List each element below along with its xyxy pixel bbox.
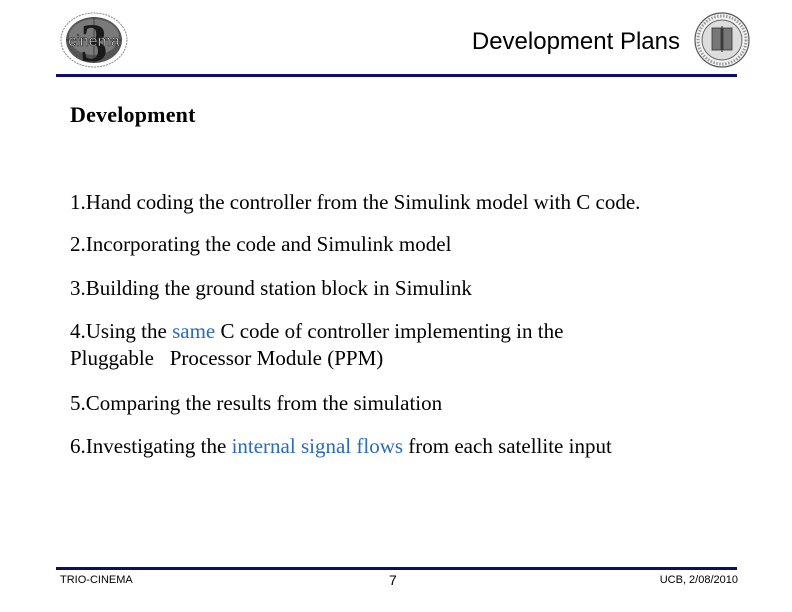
item-text: C code of controller implementing in the: [215, 319, 564, 343]
item-text: 3.Building the ground station block in S…: [70, 276, 472, 300]
cinema-logo: 3 cinema: [55, 11, 133, 73]
list-item: 4.Using the same C code of controller im…: [70, 318, 563, 372]
highlighted-text: same: [172, 319, 216, 343]
footer-date: UCB, 2/08/2010: [659, 574, 738, 586]
list-item: 5.Comparing the results from the simulat…: [70, 390, 442, 417]
item-text: 2.Incorporating the code and Simulink mo…: [70, 232, 452, 256]
item-text: 1.Hand coding the controller from the Si…: [70, 190, 641, 214]
item-text-continuation: Pluggable Processor Module (PPM): [70, 346, 384, 370]
section-heading: Development: [70, 102, 196, 127]
footer-divider: [56, 567, 737, 570]
list-item: 2.Incorporating the code and Simulink mo…: [70, 231, 451, 258]
university-seal-logo: [694, 12, 750, 68]
header-divider: [56, 74, 737, 77]
svg-text:cinema: cinema: [68, 33, 120, 50]
item-text: 6.Investigating the: [70, 434, 232, 458]
page-number: 7: [389, 572, 397, 588]
list-item: 3.Building the ground station block in S…: [70, 275, 472, 302]
item-text: 5.Comparing the results from the simulat…: [70, 391, 443, 415]
page-title: Development Plans: [471, 28, 680, 55]
list-item: 6.Investigating the internal signal flow…: [70, 433, 612, 460]
footer-project-name: TRIO-CINEMA: [60, 574, 133, 586]
highlighted-text: internal signal flows: [231, 434, 404, 458]
item-text: from each satellite input: [403, 434, 612, 458]
list-item: 1.Hand coding the controller from the Si…: [70, 189, 640, 216]
item-text: 4.Using the: [70, 319, 173, 343]
